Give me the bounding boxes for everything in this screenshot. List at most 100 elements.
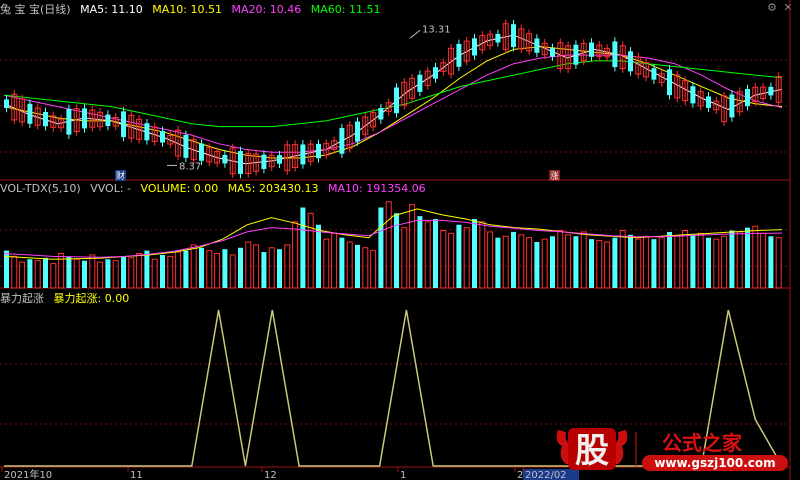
candle-body: [394, 87, 399, 114]
volume-bar: [502, 235, 509, 289]
candle-body: [612, 41, 618, 68]
candle-body: [27, 103, 33, 124]
logo-name: 公式之家: [662, 431, 743, 455]
volume-bar: [73, 258, 80, 289]
volume-bar: [433, 219, 438, 288]
volume-bar: [409, 204, 416, 289]
volume-bar: [580, 231, 587, 289]
candle-body: [589, 42, 594, 57]
candle-body: [222, 154, 228, 164]
volume-bar: [752, 225, 759, 289]
volume-bar: [511, 231, 516, 288]
low-price-label: 8.37: [179, 161, 201, 172]
site-logo: 股 公式之家 www.gszj100.com: [552, 424, 792, 474]
candle-body: [105, 114, 111, 127]
candle-body: [4, 99, 9, 108]
volume-bar: [706, 237, 711, 288]
candle-body: [43, 111, 48, 127]
candle-body: [82, 108, 87, 129]
candle-body: [355, 121, 360, 142]
volume-bar: [768, 236, 774, 288]
volume-bar: [643, 235, 650, 289]
volume-bar: [245, 241, 252, 289]
candle-body: [378, 108, 384, 120]
volume-bar: [136, 253, 143, 289]
logo-url: www.gszj100.com: [654, 456, 775, 470]
volume-bar: [50, 263, 57, 289]
candle-body: [706, 96, 711, 108]
cai-marker-text: 财: [116, 170, 125, 182]
volume-bar: [674, 235, 681, 289]
volume-bar: [323, 238, 330, 289]
candle-body: [199, 143, 204, 161]
volume-bar: [690, 234, 696, 288]
x-tick-label: 12: [264, 470, 277, 480]
volume-bar: [160, 254, 165, 288]
volume-bar: [199, 247, 204, 288]
volume-bar: [128, 257, 135, 289]
volume-bar: [346, 241, 353, 289]
candle-body: [121, 111, 126, 138]
volume-bar: [682, 230, 689, 289]
volume-bar: [472, 219, 477, 288]
volume-bar: [300, 207, 306, 288]
volume-bar: [417, 216, 423, 288]
x-tick-label: 2021年10: [4, 468, 52, 480]
volume-bar: [214, 253, 221, 289]
volume-bar: [362, 247, 369, 289]
candle-body: [160, 131, 165, 143]
x-tick-label: 11: [130, 470, 143, 480]
volume-bar: [378, 207, 384, 288]
volume-bar: [175, 251, 182, 289]
volume-bar: [339, 237, 345, 288]
candle-body: [261, 154, 267, 169]
volume-bar: [105, 259, 111, 288]
candle-body: [417, 74, 423, 92]
logo-glyph: 股: [575, 431, 609, 471]
volume-bar: [495, 237, 501, 288]
candle-body: [433, 67, 438, 79]
volume-bar: [112, 260, 119, 289]
volume-bar: [745, 227, 750, 288]
zhang-marker-text: 涨: [550, 171, 559, 182]
high-price-label: 13.31: [422, 24, 451, 35]
volume-bar: [316, 224, 321, 288]
volume-bar: [628, 234, 633, 288]
volume-bar: [479, 221, 486, 289]
volume-bar: [238, 247, 243, 288]
volume-ma10-line: [3, 219, 783, 258]
volume-bar: [448, 232, 455, 289]
volume-bar: [307, 212, 314, 289]
volume-bar: [565, 234, 572, 289]
candle-body: [183, 134, 189, 158]
volume-bar: [635, 238, 642, 289]
candle-body: [144, 123, 150, 141]
candle-body: [472, 38, 477, 56]
candle-body: [495, 33, 501, 43]
volume-bar: [729, 230, 735, 288]
volume-bar: [487, 231, 494, 289]
volume-bar: [697, 232, 704, 289]
volume-bar: [43, 257, 48, 288]
volume-bar: [667, 231, 672, 288]
candle-body: [238, 151, 243, 174]
volume-ma5-line: [3, 208, 783, 260]
candle-body: [511, 24, 516, 48]
candle-body: [456, 43, 462, 67]
volume-bar: [34, 260, 41, 289]
volume-bar: [612, 237, 618, 288]
volume-bar: [183, 250, 189, 288]
candle-body: [667, 69, 672, 96]
volume-bar: [229, 254, 236, 289]
volume-bar: [518, 234, 525, 289]
volume-bar: [619, 230, 626, 289]
candle-body: [66, 108, 72, 135]
volume-bar: [721, 235, 728, 289]
stock-chart[interactable]: 13.318.37财 涨2021年10 11 12 1 2 2022/02: [0, 0, 800, 480]
volume-bar: [11, 255, 18, 289]
volume-bar: [292, 221, 299, 289]
volume-bar: [596, 240, 603, 289]
candle-body: [628, 51, 633, 72]
volume-bar: [355, 244, 360, 288]
candle-body: [651, 68, 657, 80]
